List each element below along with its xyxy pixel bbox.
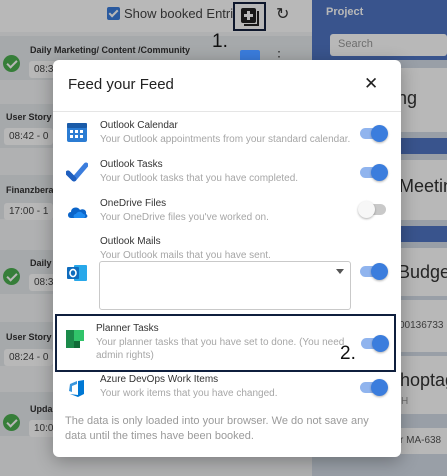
onedrive-toggle[interactable] — [358, 201, 386, 218]
toggle-knob — [371, 379, 388, 396]
feed-item-outlook-tasks: Outlook Tasks Your Outlook tasks that yo… — [53, 156, 401, 192]
feed-dialog: Feed your Feed ✕ Outlook Calendar Your O… — [53, 60, 401, 457]
toggle-knob — [371, 125, 388, 142]
outlook-calendar-icon — [67, 123, 87, 142]
outlook-calendar-toggle[interactable] — [360, 125, 388, 142]
outlook-mails-toggle[interactable] — [360, 263, 388, 280]
close-icon[interactable]: ✕ — [364, 74, 378, 94]
outlook-tasks-icon — [66, 162, 88, 182]
feed-item-description: Your Outlook tasks that you have complet… — [100, 173, 299, 184]
annotation-step-2: 2. — [340, 343, 356, 364]
feed-item-title: OneDrive Files — [100, 198, 167, 209]
feed-item-title: Outlook Calendar — [100, 120, 178, 131]
feed-item-title: Azure DevOps Work Items — [100, 374, 219, 385]
feed-item-onedrive: OneDrive Files Your OneDrive files you'v… — [53, 194, 401, 230]
dialog-title: Feed your Feed — [68, 76, 174, 93]
feed-item-outlook-calendar: Outlook Calendar Your Outlook appointmen… — [53, 117, 401, 153]
feed-item-description: Your OneDrive files you've worked on. — [100, 212, 269, 223]
mail-folder-select[interactable] — [99, 261, 351, 310]
feed-item-description: admin rights) — [96, 350, 154, 361]
feed-item-description: Your work items that you have changed. — [100, 388, 278, 399]
feed-item-description: Your Outlook appointments from your stan… — [100, 134, 351, 145]
outlook-mail-icon — [67, 265, 87, 281]
toggle-knob — [372, 335, 389, 352]
planner-toggle[interactable] — [361, 335, 389, 352]
feed-item-azure-devops: Azure DevOps Work Items Your work items … — [53, 372, 401, 408]
chevron-down-icon[interactable] — [336, 269, 344, 274]
annotation-step-1: 1. — [212, 31, 228, 52]
onedrive-icon — [68, 207, 88, 218]
azure-devops-toggle[interactable] — [360, 379, 388, 396]
planner-icon — [66, 330, 84, 348]
toggle-knob — [371, 164, 388, 181]
feed-item-title: Outlook Mails — [100, 236, 161, 247]
feed-item-title: Outlook Tasks — [100, 159, 163, 170]
outlook-tasks-toggle[interactable] — [360, 164, 388, 181]
feed-item-title: Planner Tasks — [96, 323, 159, 334]
toggle-knob — [371, 263, 388, 280]
azure-devops-icon — [69, 380, 84, 397]
privacy-note: The data is only loaded into your browse… — [65, 415, 369, 442]
dialog-header-divider — [53, 111, 401, 112]
feed-item-description: Your planner tasks that you have set to … — [96, 337, 345, 348]
toggle-knob — [358, 201, 375, 218]
